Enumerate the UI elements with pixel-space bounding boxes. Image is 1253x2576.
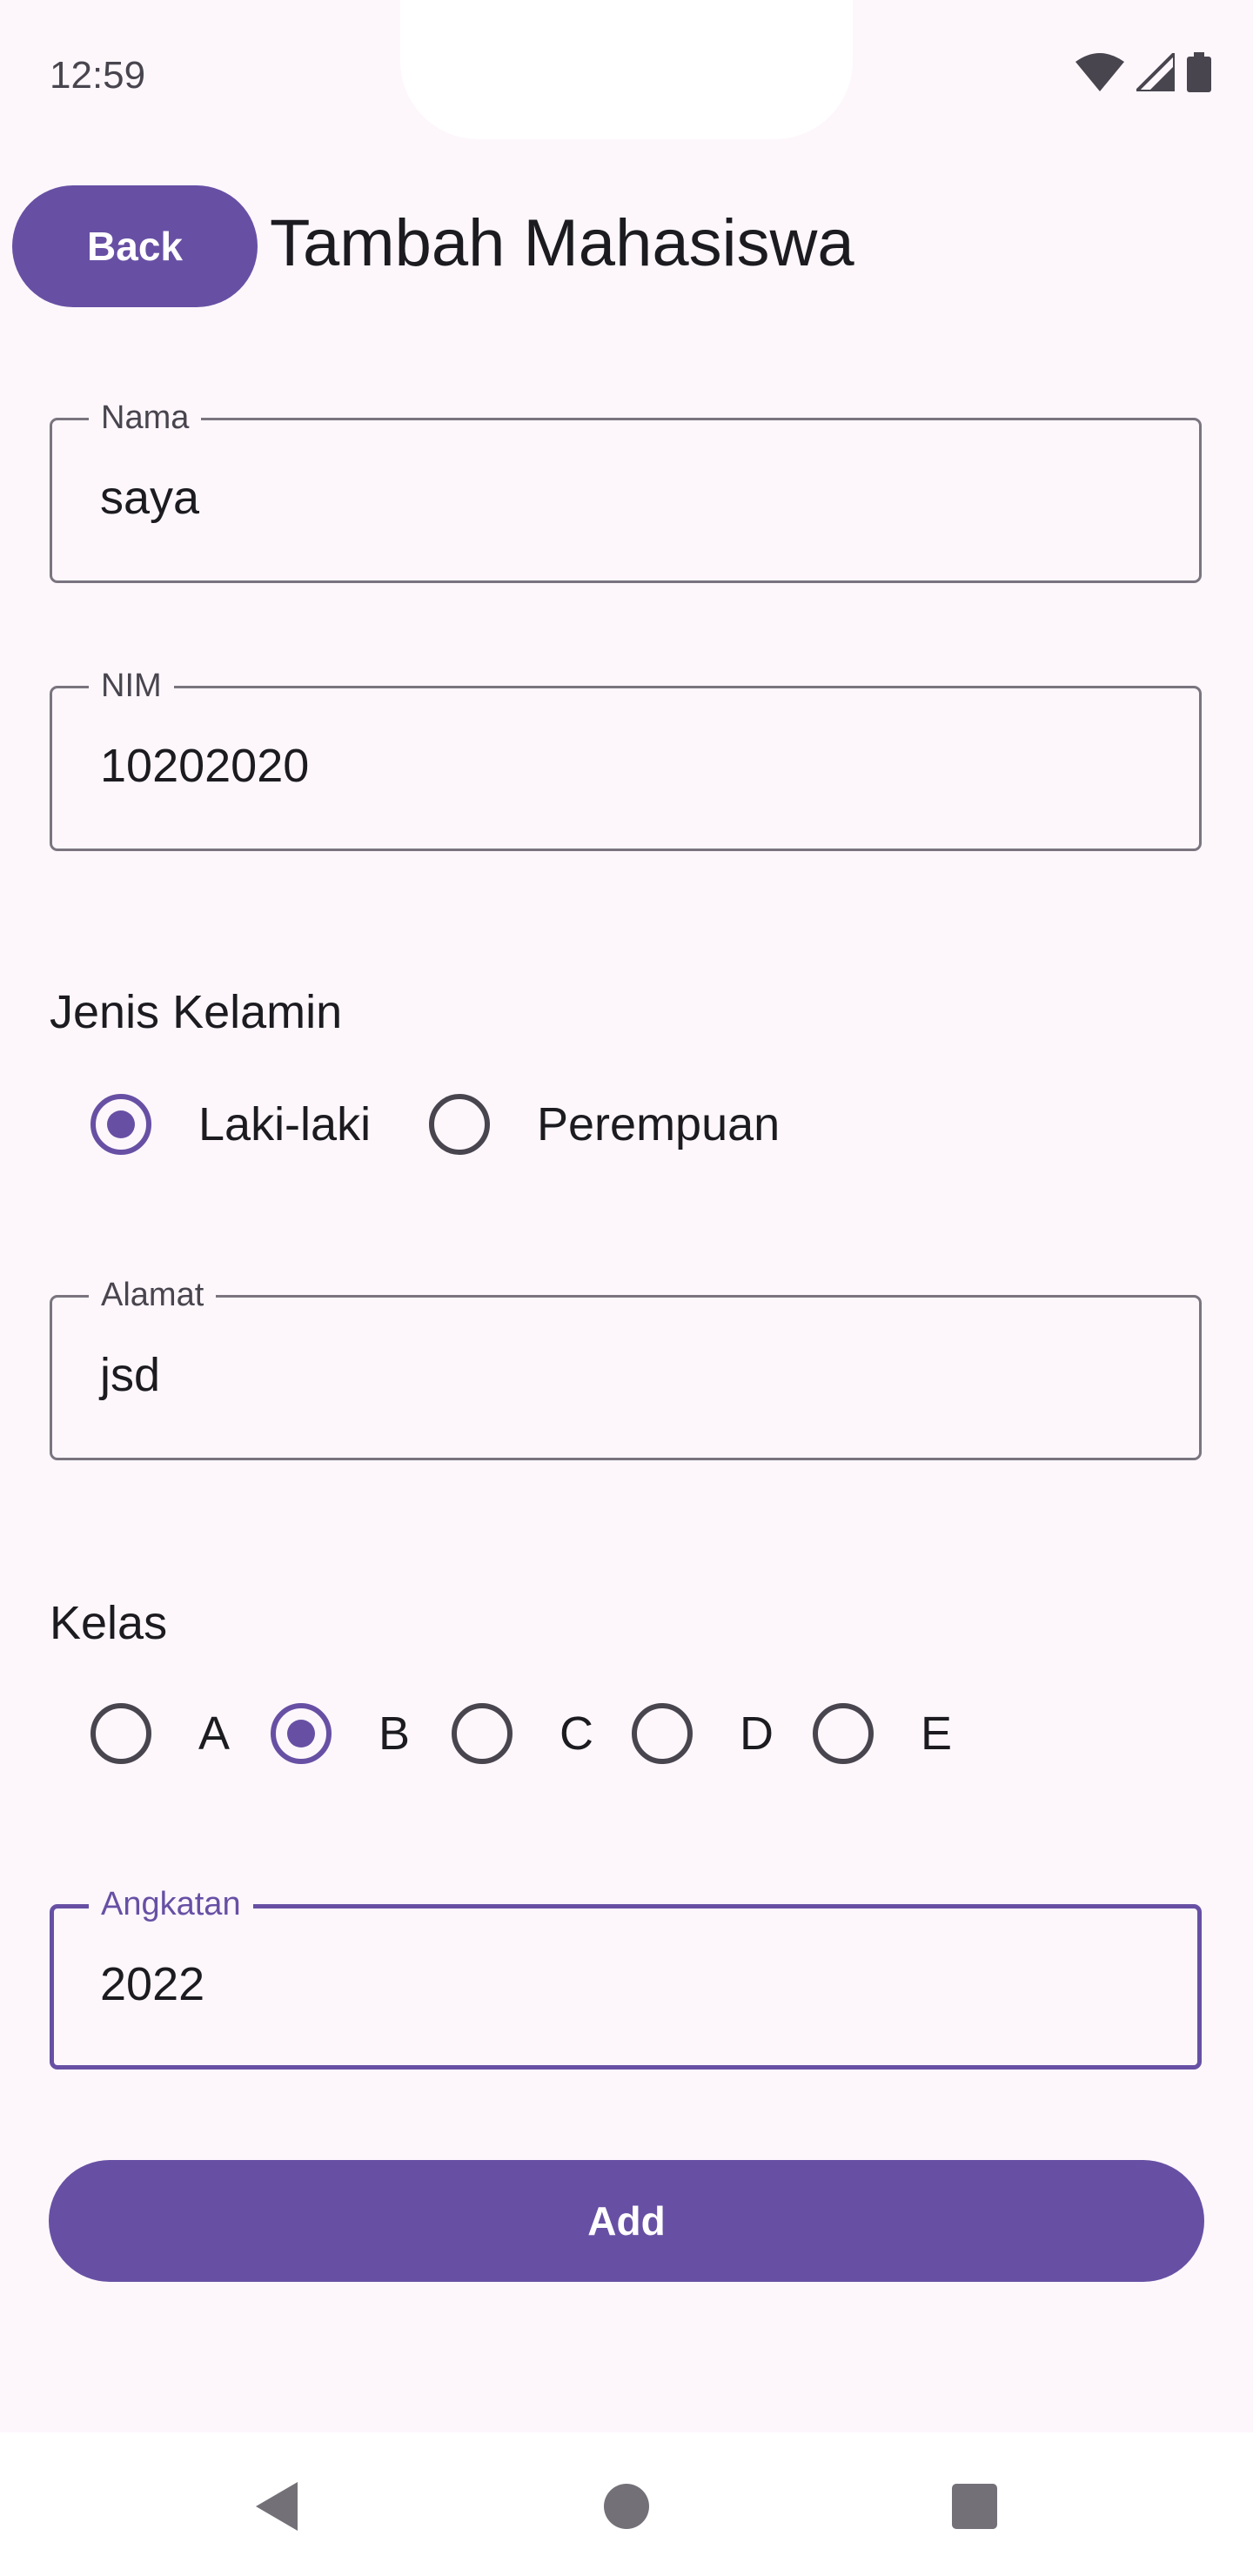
angkatan-field-label: Angkatan xyxy=(89,1884,253,1924)
page-title: Tambah Mahasiswa xyxy=(270,206,854,280)
radio-label-laki-laki: Laki-laki xyxy=(198,1098,372,1150)
alamat-field[interactable]: Alamat jsd xyxy=(50,1275,1202,1460)
jenis-kelamin-label: Jenis Kelamin xyxy=(50,986,343,1038)
camera-cutout xyxy=(400,0,853,139)
radio-label-a: A xyxy=(198,1707,231,1760)
nama-field[interactable]: Nama saya xyxy=(50,398,1202,583)
status-bar: 12:59 xyxy=(0,0,1253,148)
radio-button-selected[interactable] xyxy=(90,1094,151,1155)
radio-perempuan[interactable]: Perempuan xyxy=(429,1090,780,1159)
radio-button[interactable] xyxy=(429,1094,490,1155)
nim-field-label: NIM xyxy=(89,666,174,706)
alamat-field-value[interactable]: jsd xyxy=(100,1348,160,1402)
radio-kelas-b[interactable]: B xyxy=(271,1699,410,1768)
nama-field-value[interactable]: saya xyxy=(100,471,199,525)
nim-field[interactable]: NIM 10202020 xyxy=(50,666,1202,851)
nim-field-value[interactable]: 10202020 xyxy=(100,739,309,793)
radio-button[interactable] xyxy=(813,1703,874,1764)
angkatan-field-value[interactable]: 2022 xyxy=(100,1957,204,2011)
navigation-bar xyxy=(0,2432,1253,2576)
radio-button[interactable] xyxy=(632,1703,693,1764)
radio-kelas-a[interactable]: A xyxy=(90,1699,230,1768)
angkatan-field[interactable]: Angkatan 2022 xyxy=(50,1884,1202,2070)
radio-kelas-e[interactable]: E xyxy=(813,1699,952,1768)
cell-signal-icon xyxy=(1132,49,1176,96)
radio-label-d: D xyxy=(740,1707,774,1760)
kelas-label: Kelas xyxy=(50,1597,168,1649)
radio-button[interactable] xyxy=(452,1703,513,1764)
home-circle-icon[interactable] xyxy=(592,2472,661,2541)
battery-icon xyxy=(1187,52,1211,97)
back-triangle-icon[interactable] xyxy=(242,2472,312,2541)
recents-square-icon[interactable] xyxy=(940,2472,1009,2541)
wifi-icon xyxy=(1075,53,1124,96)
radio-label-perempuan: Perempuan xyxy=(537,1098,781,1150)
radio-kelas-d[interactable]: D xyxy=(632,1699,774,1768)
radio-label-b: B xyxy=(379,1707,411,1760)
add-button[interactable]: Add xyxy=(49,2160,1204,2282)
status-time: 12:59 xyxy=(50,54,146,97)
radio-label-e: E xyxy=(921,1707,953,1760)
back-button[interactable]: Back xyxy=(12,185,258,307)
nama-field-label: Nama xyxy=(89,398,202,438)
radio-label-c: C xyxy=(559,1707,593,1760)
radio-button-selected[interactable] xyxy=(271,1703,332,1764)
radio-kelas-c[interactable]: C xyxy=(452,1699,593,1768)
radio-laki-laki[interactable]: Laki-laki xyxy=(90,1090,371,1159)
alamat-field-label: Alamat xyxy=(89,1275,217,1315)
status-icons xyxy=(1075,49,1211,97)
radio-button[interactable] xyxy=(90,1703,151,1764)
